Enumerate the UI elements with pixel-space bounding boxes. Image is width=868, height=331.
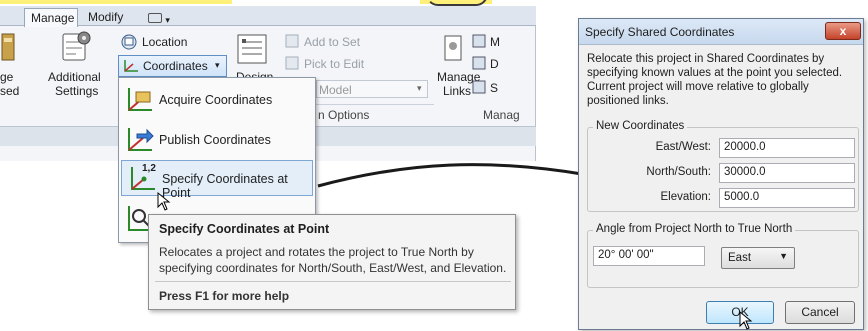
manage-links-icon <box>444 35 462 61</box>
manage-images-icon <box>472 56 486 70</box>
mouse-cursor-icon <box>157 191 171 211</box>
tooltip-body: Relocates a project and rotates the proj… <box>159 245 507 275</box>
menu-item-label: Publish Coordinates <box>159 133 271 147</box>
mouse-cursor-icon <box>739 310 753 330</box>
pick-to-edit-icon <box>285 56 299 70</box>
location-button[interactable]: Location <box>142 35 187 49</box>
cut-off-label-1: ge <box>0 70 14 84</box>
cancel-button[interactable]: Cancel <box>785 301 855 324</box>
menu-item-label: Acquire Coordinates <box>159 93 273 107</box>
dialog-description: Relocate this project in Shared Coordina… <box>587 53 843 107</box>
menu-item-label: Specify Coordinates at Point <box>162 172 288 200</box>
callout-arrow-icon <box>317 163 610 188</box>
manage-panel-title: Manag <box>483 108 520 122</box>
tab-modify[interactable]: Modify <box>82 8 132 27</box>
location-icon <box>121 34 137 50</box>
highlight-strip-left <box>0 0 232 4</box>
angle-field[interactable]: 20° 00' 00" <box>593 246 705 266</box>
design-options-panel-title: n Options <box>318 108 370 122</box>
chevron-down-icon: ▼ <box>779 251 788 261</box>
cut-off-tool-icon <box>1 33 15 61</box>
menu-item-specify-coordinates-at-point[interactable]: 1,2 Specify Coordinates at Point <box>121 160 313 200</box>
additional-settings-label-2[interactable]: Settings <box>55 84 98 98</box>
manage-links-label-2[interactable]: Links <box>443 84 471 98</box>
panel-divider <box>316 104 434 105</box>
new-coordinates-group-title: New Coordinates <box>593 120 688 132</box>
chevron-down-icon: ▾ <box>417 83 422 93</box>
coordinates-icon <box>124 60 138 72</box>
tooltip-title: Specify Coordinates at Point <box>159 222 330 236</box>
tooltip-divider <box>155 281 511 282</box>
menu-item-publish-coordinates[interactable]: Publish Coordinates <box>119 122 315 158</box>
ribbon-tab-strip <box>0 6 536 26</box>
tab-manage[interactable]: Manage <box>24 8 78 27</box>
pick-to-edit-button[interactable]: Pick to Edit <box>304 57 364 71</box>
direction-select[interactable]: East ▼ <box>721 247 795 269</box>
point-badge: 1,2 <box>142 163 156 174</box>
east-west-label: East/West: <box>655 141 711 153</box>
right-label-s[interactable]: S <box>490 81 498 95</box>
menu-item-acquire-coordinates[interactable]: Acquire Coordinates <box>119 82 315 118</box>
manage-project-icon <box>472 34 486 48</box>
chevron-down-icon: ▾ <box>215 60 220 70</box>
north-south-label: North/South: <box>646 166 711 178</box>
coordinates-dropdown-button[interactable]: Coordinates ▾ <box>118 55 227 77</box>
tooltip: Specify Coordinates at Point Relocates a… <box>148 214 516 310</box>
panel-toggle-icon <box>148 13 162 23</box>
add-to-set-button[interactable]: Add to Set <box>304 35 360 49</box>
cut-off-label-2: sed <box>0 84 20 98</box>
tooltip-help: Press F1 for more help <box>159 289 290 303</box>
design-option-value: Model <box>319 83 352 97</box>
elevation-field[interactable]: 5000.0 <box>719 188 855 208</box>
chevron-down-icon: ▾ <box>165 15 170 25</box>
acquire-coordinates-icon <box>128 88 152 111</box>
direction-value: East <box>728 252 752 264</box>
manage-starting-view-icon <box>472 80 486 94</box>
right-label-d[interactable]: D <box>490 57 499 71</box>
specify-shared-coordinates-dialog: Specify Shared Coordinates x Relocate th… <box>578 18 864 330</box>
tab-dropdown-toggle[interactable]: ▾ <box>142 8 180 27</box>
add-to-set-icon <box>285 34 299 48</box>
angle-group-title: Angle from Project North to True North <box>593 223 796 235</box>
dialog-title: Specify Shared Coordinates <box>585 25 735 39</box>
additional-settings-icon <box>62 31 91 61</box>
east-west-field[interactable]: 20000.0 <box>719 138 855 158</box>
highlight-strip-right <box>420 0 492 6</box>
additional-settings-label-1[interactable]: Additional <box>48 70 101 84</box>
close-button[interactable]: x <box>825 22 861 40</box>
elevation-label: Elevation: <box>660 191 711 203</box>
right-label-m[interactable]: M <box>490 35 500 49</box>
coordinates-label: Coordinates <box>143 59 208 73</box>
design-options-icon <box>237 34 267 64</box>
design-option-select[interactable]: Model ▾ <box>316 80 428 98</box>
publish-coordinates-icon <box>128 128 154 151</box>
north-south-field[interactable]: 30000.0 <box>719 163 855 183</box>
